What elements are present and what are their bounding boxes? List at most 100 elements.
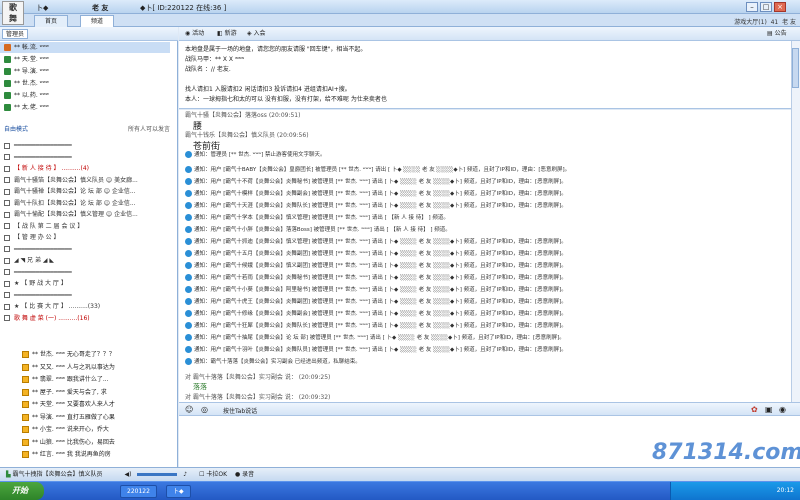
emoji-icon[interactable]: ◎ xyxy=(201,405,208,414)
notice-icon xyxy=(185,262,192,269)
notice-icon xyxy=(185,310,192,317)
minimize-button[interactable]: – xyxy=(746,2,758,12)
channel-name: 霸气十骚箔【炎舞公会】慎义队员 ☺ 美女廊... xyxy=(14,176,138,184)
admin-list-item[interactable]: ** 天.堂. ʷʷʷ xyxy=(0,54,170,65)
announcement-line: 找人请扣1 入服请扣2 闲话请扣3 投诉请扣4 进组请扣AI+搜。 xyxy=(185,86,351,93)
current-user-label[interactable]: 老 友 xyxy=(782,19,796,26)
lock-icon xyxy=(4,303,10,310)
channel-item[interactable]: ━━━━━━━━━━━━━━━━ xyxy=(0,267,172,278)
user-name: ** 又又. ʷʷʷ 人与之巩以事达为 xyxy=(32,363,115,371)
send-icon[interactable]: ◉ xyxy=(779,405,786,414)
flower-icon[interactable]: ✿ xyxy=(751,405,758,414)
channel-item[interactable]: 【 战 队 第 二 届 会 议 】 xyxy=(0,221,172,232)
channel-item[interactable]: ━━━━━━━━━━━━━━━━ xyxy=(0,290,172,301)
notice-text: 通知：用户 [霸气十狂犀【炎舞公会】炎舞队长] 被管理员 [** 世杰. ʷʷʷ… xyxy=(194,323,567,329)
game-hall-link[interactable]: 游戏大厅(1) xyxy=(734,19,767,26)
channel-item[interactable]: 【 管 理 办 公 】 xyxy=(0,232,172,243)
channel-item[interactable]: 霸气十愉配【炎舞公会】慎义管理 ☺ 企业信... xyxy=(0,209,172,220)
start-button[interactable]: 开始 xyxy=(0,482,44,500)
notice-button[interactable]: ▤ 公告 xyxy=(767,29,787,39)
tab-channel[interactable]: 频道 xyxy=(80,15,115,27)
user-name: ** 导演. ʷʷʷ 直打五雁做了心果 xyxy=(32,413,115,421)
news-button[interactable]: ◧ 新游 xyxy=(217,29,237,39)
channel-item[interactable]: ━━━━━━━━━━━━━━━━ xyxy=(0,140,172,151)
channel-item[interactable]: ━━━━━━━━━━━━━━━━ xyxy=(0,244,172,255)
channel-item[interactable]: 霸气十骚箔【炎舞公会】慎义队员 ☺ 美女廊... xyxy=(0,175,172,186)
admin-name: ** 世.杰. ʷʷʷ xyxy=(14,80,49,87)
tab-home[interactable]: 首页 xyxy=(34,15,69,27)
system-notice: 通知：用户 [霸气十狂犀【炎舞公会】炎舞队长] 被管理员 [** 世杰. ʷʷʷ… xyxy=(185,321,567,332)
admin-list-item[interactable]: ** 导.演. ʷʷʷ xyxy=(0,66,170,77)
notice-icon xyxy=(185,166,192,173)
volume-slider[interactable] xyxy=(137,473,178,476)
lock-icon xyxy=(4,177,10,183)
chat-meta: 对 霸气十落落【炎舞公会】实习副会 说： (20:09:25) xyxy=(185,374,331,381)
notice-icon xyxy=(185,202,192,209)
record-toggle[interactable]: ● 录音 xyxy=(235,471,254,478)
user-list-item[interactable]: ** 又又. ʷʷʷ 人与之巩以事达为 xyxy=(0,362,172,373)
system-notice: 通知：用户 [霸气十羽叶【炎舞公会】炎舞队员] 被管理员 [** 世杰. ʷʷʷ… xyxy=(185,345,567,356)
notice-icon xyxy=(185,274,192,281)
activity-button[interactable]: ◉ 活动 xyxy=(185,29,204,39)
channel-item[interactable]: 霸气十队扣【炎舞公会】论 坛 部 ☺ 企业信... xyxy=(0,198,172,209)
karaoke-checkbox[interactable]: ☐ 卡拉OK xyxy=(199,471,227,478)
title-channel-name: 老 友 xyxy=(92,4,109,12)
user-list-item[interactable]: ** 导演. ʷʷʷ 直打五雁做了心果 xyxy=(0,412,172,423)
join-button[interactable]: ◈ 入会 xyxy=(247,29,266,39)
user-badge-icon xyxy=(22,401,29,408)
channel-name: 【 新 人 接 待 】 ..........(4) xyxy=(14,165,90,172)
notice-label: 公告 xyxy=(774,30,787,37)
admin-list-item[interactable]: ** 世.杰. ʷʷʷ xyxy=(0,78,170,89)
notice-icon xyxy=(185,358,192,365)
lock-icon xyxy=(4,165,10,172)
admin-list-item[interactable]: ** 帐.流. ʷʷʷ xyxy=(0,42,170,53)
close-button[interactable]: × xyxy=(774,2,786,12)
admin-list-item[interactable]: ** 以.药. ʷʷʷ xyxy=(0,90,170,101)
notice-icon xyxy=(185,226,192,233)
channel-item[interactable]: ★ 【 野 战 大 厅 】 xyxy=(0,278,172,289)
notice-text: 通知：用户 [霸气十抓迪【炎舞公会】慎义管理] 被管理员 [** 世杰. ʷʷʷ… xyxy=(194,239,567,245)
user-badge-icon xyxy=(22,451,29,458)
channel-item[interactable]: ━━━━━━━━━━━━━━━━ xyxy=(0,152,172,163)
admin-list-item[interactable]: ** 太.佬. ʷʷʷ xyxy=(0,102,170,113)
user-name: ** 红言. ʷʷʷ 我 我说再鱼的房 xyxy=(32,451,111,458)
speaker-icon[interactable]: ◀) xyxy=(124,471,131,478)
notice-text: 通知：管理员 [** 世杰. ʷʷʷ] 禁止游客使用文字聊天。 xyxy=(194,152,326,158)
channel-item[interactable]: 歌 舞 虚 菜 (一) ..........(16) xyxy=(0,313,172,324)
mic-icon[interactable]: ♪ xyxy=(183,471,187,478)
gift-icon[interactable]: ▣ xyxy=(765,405,773,414)
system-notice: 通知：用户 [霸气十抽尾【炎舞公会】论 坛 部] 被管理员 [** 世杰. ʷʷ… xyxy=(185,333,565,344)
chat-log: 霸气十骚【炎舞公会】落落oss (20:09:51) 腰 霸气十钱乐【炎舞公会】… xyxy=(179,110,791,402)
task-item[interactable]: 220122 xyxy=(120,485,157,498)
user-list-item[interactable]: ** 山狼. ʷʷʷ 比我伤心，易回去 xyxy=(0,437,172,448)
lock-icon xyxy=(4,315,10,321)
admin-button[interactable]: 管理员 xyxy=(2,29,29,39)
user-list-item[interactable]: ** 天堂. ʷʷʷ 又要喜欢人来人才 xyxy=(0,399,172,410)
user-list-item[interactable]: ** 小宝. ʷʷʷ 说来开心，乔大 xyxy=(0,424,172,435)
channel-name: ━━━━━━━━━━━━━━━━ xyxy=(14,268,72,276)
user-list-item[interactable]: ** 屋子. ʷʷʷ 爱天与会了, 求 xyxy=(0,387,172,398)
channel-item[interactable]: ◢ ◥ 兄 弟 ◢ ◣ xyxy=(0,255,172,266)
chat-meta: 霸气十钱乐【炎舞公会】慎义队员 (20:09:56) xyxy=(185,132,309,139)
top-right-status: 游戏大厅(1) 41 老 友 xyxy=(734,17,796,26)
user-list-item[interactable]: ** 红言. ʷʷʷ 我 我说再鱼的房 xyxy=(0,449,172,460)
rank-icon xyxy=(4,80,11,87)
lock-icon xyxy=(4,211,10,218)
user-badge-icon xyxy=(22,413,29,421)
task-item[interactable]: 卜◆ xyxy=(166,485,191,498)
chat-scrollbar[interactable] xyxy=(791,41,800,402)
channel-item[interactable]: ★ 【 比 赛 大 厅 】 ..........(33) xyxy=(0,301,172,312)
os-taskbar: 开始 220122 卜◆ 20:12 xyxy=(0,481,800,500)
maximize-button[interactable]: □ xyxy=(760,2,772,12)
system-notice: 通知：用户 [霸气十候娥【炎舞公会】慎义副团] 被管理员 [** 世杰. ʷʷʷ… xyxy=(185,261,567,272)
channel-item[interactable]: 【 新 人 接 待 】 ..........(4) xyxy=(0,163,172,174)
font-icon[interactable]: ☺ xyxy=(185,405,193,414)
channel-item[interactable]: 霸气十骚禅【炎舞公会】论 坛 部 ☺ 企业信... xyxy=(0,186,172,197)
user-list-item[interactable]: ** 翡翠. ʷʷʷ 跟我讲什么了... xyxy=(0,374,172,385)
system-notice: 通知：用户 [霸气十小葵【炎舞公会】阿里秘书] 被管理员 [** 世杰. ʷʷʷ… xyxy=(185,285,567,296)
channel-name: 歌 舞 虚 菜 (一) ..........(16) xyxy=(14,314,90,322)
announcement-line: 战队名 ：// 老友. xyxy=(185,66,231,73)
user-list-item[interactable]: ** 世杰. ʷʷʷ 无心哥走了？？？ xyxy=(0,349,172,360)
scrollbar-thumb[interactable] xyxy=(792,48,799,88)
user-name: ** 翡翠. ʷʷʷ 跟我讲什么了... xyxy=(32,376,109,383)
